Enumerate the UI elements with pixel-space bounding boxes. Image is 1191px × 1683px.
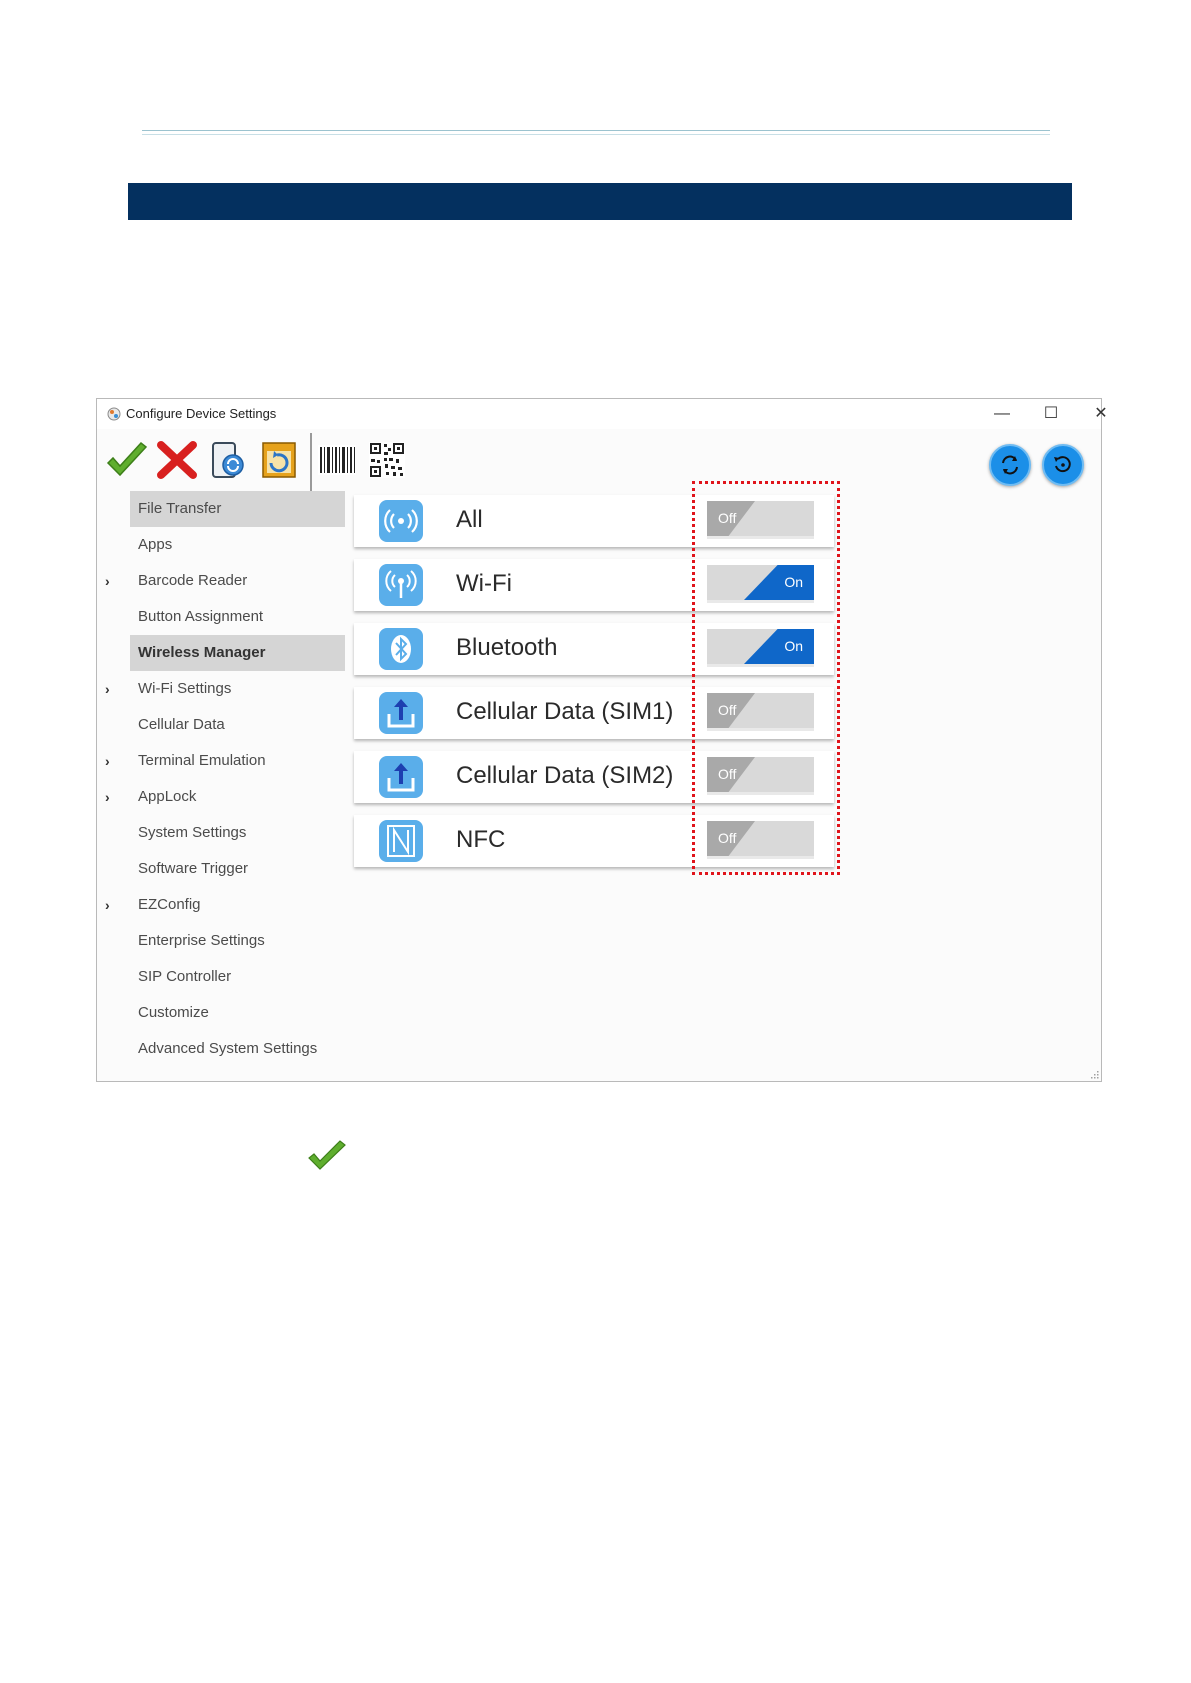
sidebar-item-system-settings[interactable]: System Settings [130, 815, 345, 851]
sidebar-item-label: Wi-Fi Settings [138, 680, 232, 697]
sidebar-item-label: Advanced System Settings [138, 1040, 318, 1057]
sidebar-item-software-trigger[interactable]: Software Trigger [130, 851, 345, 887]
qr-code-icon[interactable] [365, 439, 409, 481]
chevron-right-icon[interactable]: › [105, 887, 110, 923]
sidebar-item-label: Terminal Emulation [138, 752, 266, 769]
bluetooth-icon [379, 628, 423, 670]
sidebar: File Transfer Apps › Barcode Reader Butto… [105, 491, 345, 1067]
apply-check-icon[interactable] [105, 439, 149, 481]
sidebar-item-label: Software Trigger [138, 860, 249, 877]
toggle-highlight-box [692, 481, 840, 875]
wireless-label: All [456, 506, 483, 533]
wireless-label: Bluetooth [456, 634, 558, 661]
sidebar-item-label: Enterprise Settings [138, 932, 265, 949]
sidebar-item-label: Cellular Data [138, 716, 225, 733]
sync-icon [1002, 455, 1018, 475]
toolbar-separator [310, 433, 312, 491]
sidebar-item-apps[interactable]: Apps [130, 527, 345, 563]
wireless-label: Cellular Data (SIM1) [456, 698, 674, 725]
nfc-icon [379, 820, 423, 862]
sidebar-item-terminal-emulation[interactable]: › Terminal Emulation [105, 743, 345, 779]
maximize-button[interactable]: ☐ [1031, 402, 1071, 426]
check-icon [308, 1140, 346, 1170]
sidebar-item-button-assignment[interactable]: Button Assignment [130, 599, 345, 635]
chevron-right-icon[interactable]: › [105, 743, 110, 779]
chevron-right-icon[interactable]: › [105, 563, 110, 599]
sidebar-item-wireless-manager[interactable]: Wireless Manager [130, 635, 345, 671]
window-title: Configure Device Settings [126, 406, 277, 421]
sidebar-item-sip-controller[interactable]: SIP Controller [130, 959, 345, 995]
sidebar-item-ezconfig[interactable]: › EZConfig [105, 887, 345, 923]
sidebar-item-cellular-data[interactable]: Cellular Data [130, 707, 345, 743]
restore-icon[interactable] [257, 439, 301, 481]
wireless-label: Wi-Fi [456, 570, 512, 597]
sidebar-item-file-transfer[interactable]: File Transfer [130, 491, 345, 527]
sidebar-item-label: Wireless Manager [138, 644, 266, 661]
sidebar-item-label: Customize [138, 1004, 209, 1021]
section-banner [128, 183, 1072, 220]
sidebar-item-label: File Transfer [138, 500, 222, 517]
broadcast-icon [379, 500, 423, 542]
configure-device-settings-window: Configure Device Settings — ☐ ✕ File Tra… [96, 398, 1108, 1082]
sidebar-item-label: EZConfig [138, 896, 201, 913]
wireless-label: Cellular Data (SIM2) [456, 762, 674, 789]
sidebar-item-advanced-system-settings[interactable]: Advanced System Settings [130, 1031, 345, 1067]
upload-icon [379, 756, 423, 798]
title-bar: Configure Device Settings — ☐ ✕ [97, 399, 1108, 429]
reset-icon [1054, 456, 1071, 473]
sidebar-item-label: Barcode Reader [138, 572, 248, 589]
barcode-icon[interactable] [315, 439, 359, 481]
minimize-button[interactable]: — [982, 402, 1022, 426]
sidebar-item-label: System Settings [138, 824, 247, 841]
header-rule [142, 130, 1050, 135]
close-button[interactable]: ✕ [1081, 402, 1121, 426]
sidebar-item-customize[interactable]: Customize [130, 995, 345, 1031]
device-sync-icon[interactable] [207, 439, 251, 481]
sidebar-item-applock[interactable]: › AppLock [105, 779, 345, 815]
antenna-icon [379, 564, 423, 606]
resize-grip-icon[interactable] [1089, 1069, 1099, 1079]
sync-button[interactable] [989, 444, 1031, 486]
sidebar-item-barcode-reader[interactable]: › Barcode Reader [105, 563, 345, 599]
chevron-right-icon[interactable]: › [105, 779, 110, 815]
wireless-label: NFC [456, 826, 506, 853]
sidebar-item-label: Button Assignment [138, 608, 264, 625]
sidebar-item-enterprise-settings[interactable]: Enterprise Settings [130, 923, 345, 959]
app-icon [107, 407, 121, 421]
cancel-x-icon[interactable] [155, 439, 199, 481]
upload-icon [379, 692, 423, 734]
sidebar-item-label: AppLock [138, 788, 197, 805]
sidebar-item-label: Apps [138, 536, 173, 553]
chevron-right-icon[interactable]: › [105, 671, 110, 707]
reset-button[interactable] [1042, 444, 1084, 486]
sidebar-item-label: SIP Controller [138, 968, 232, 985]
sidebar-item-wifi-settings[interactable]: › Wi-Fi Settings [105, 671, 345, 707]
